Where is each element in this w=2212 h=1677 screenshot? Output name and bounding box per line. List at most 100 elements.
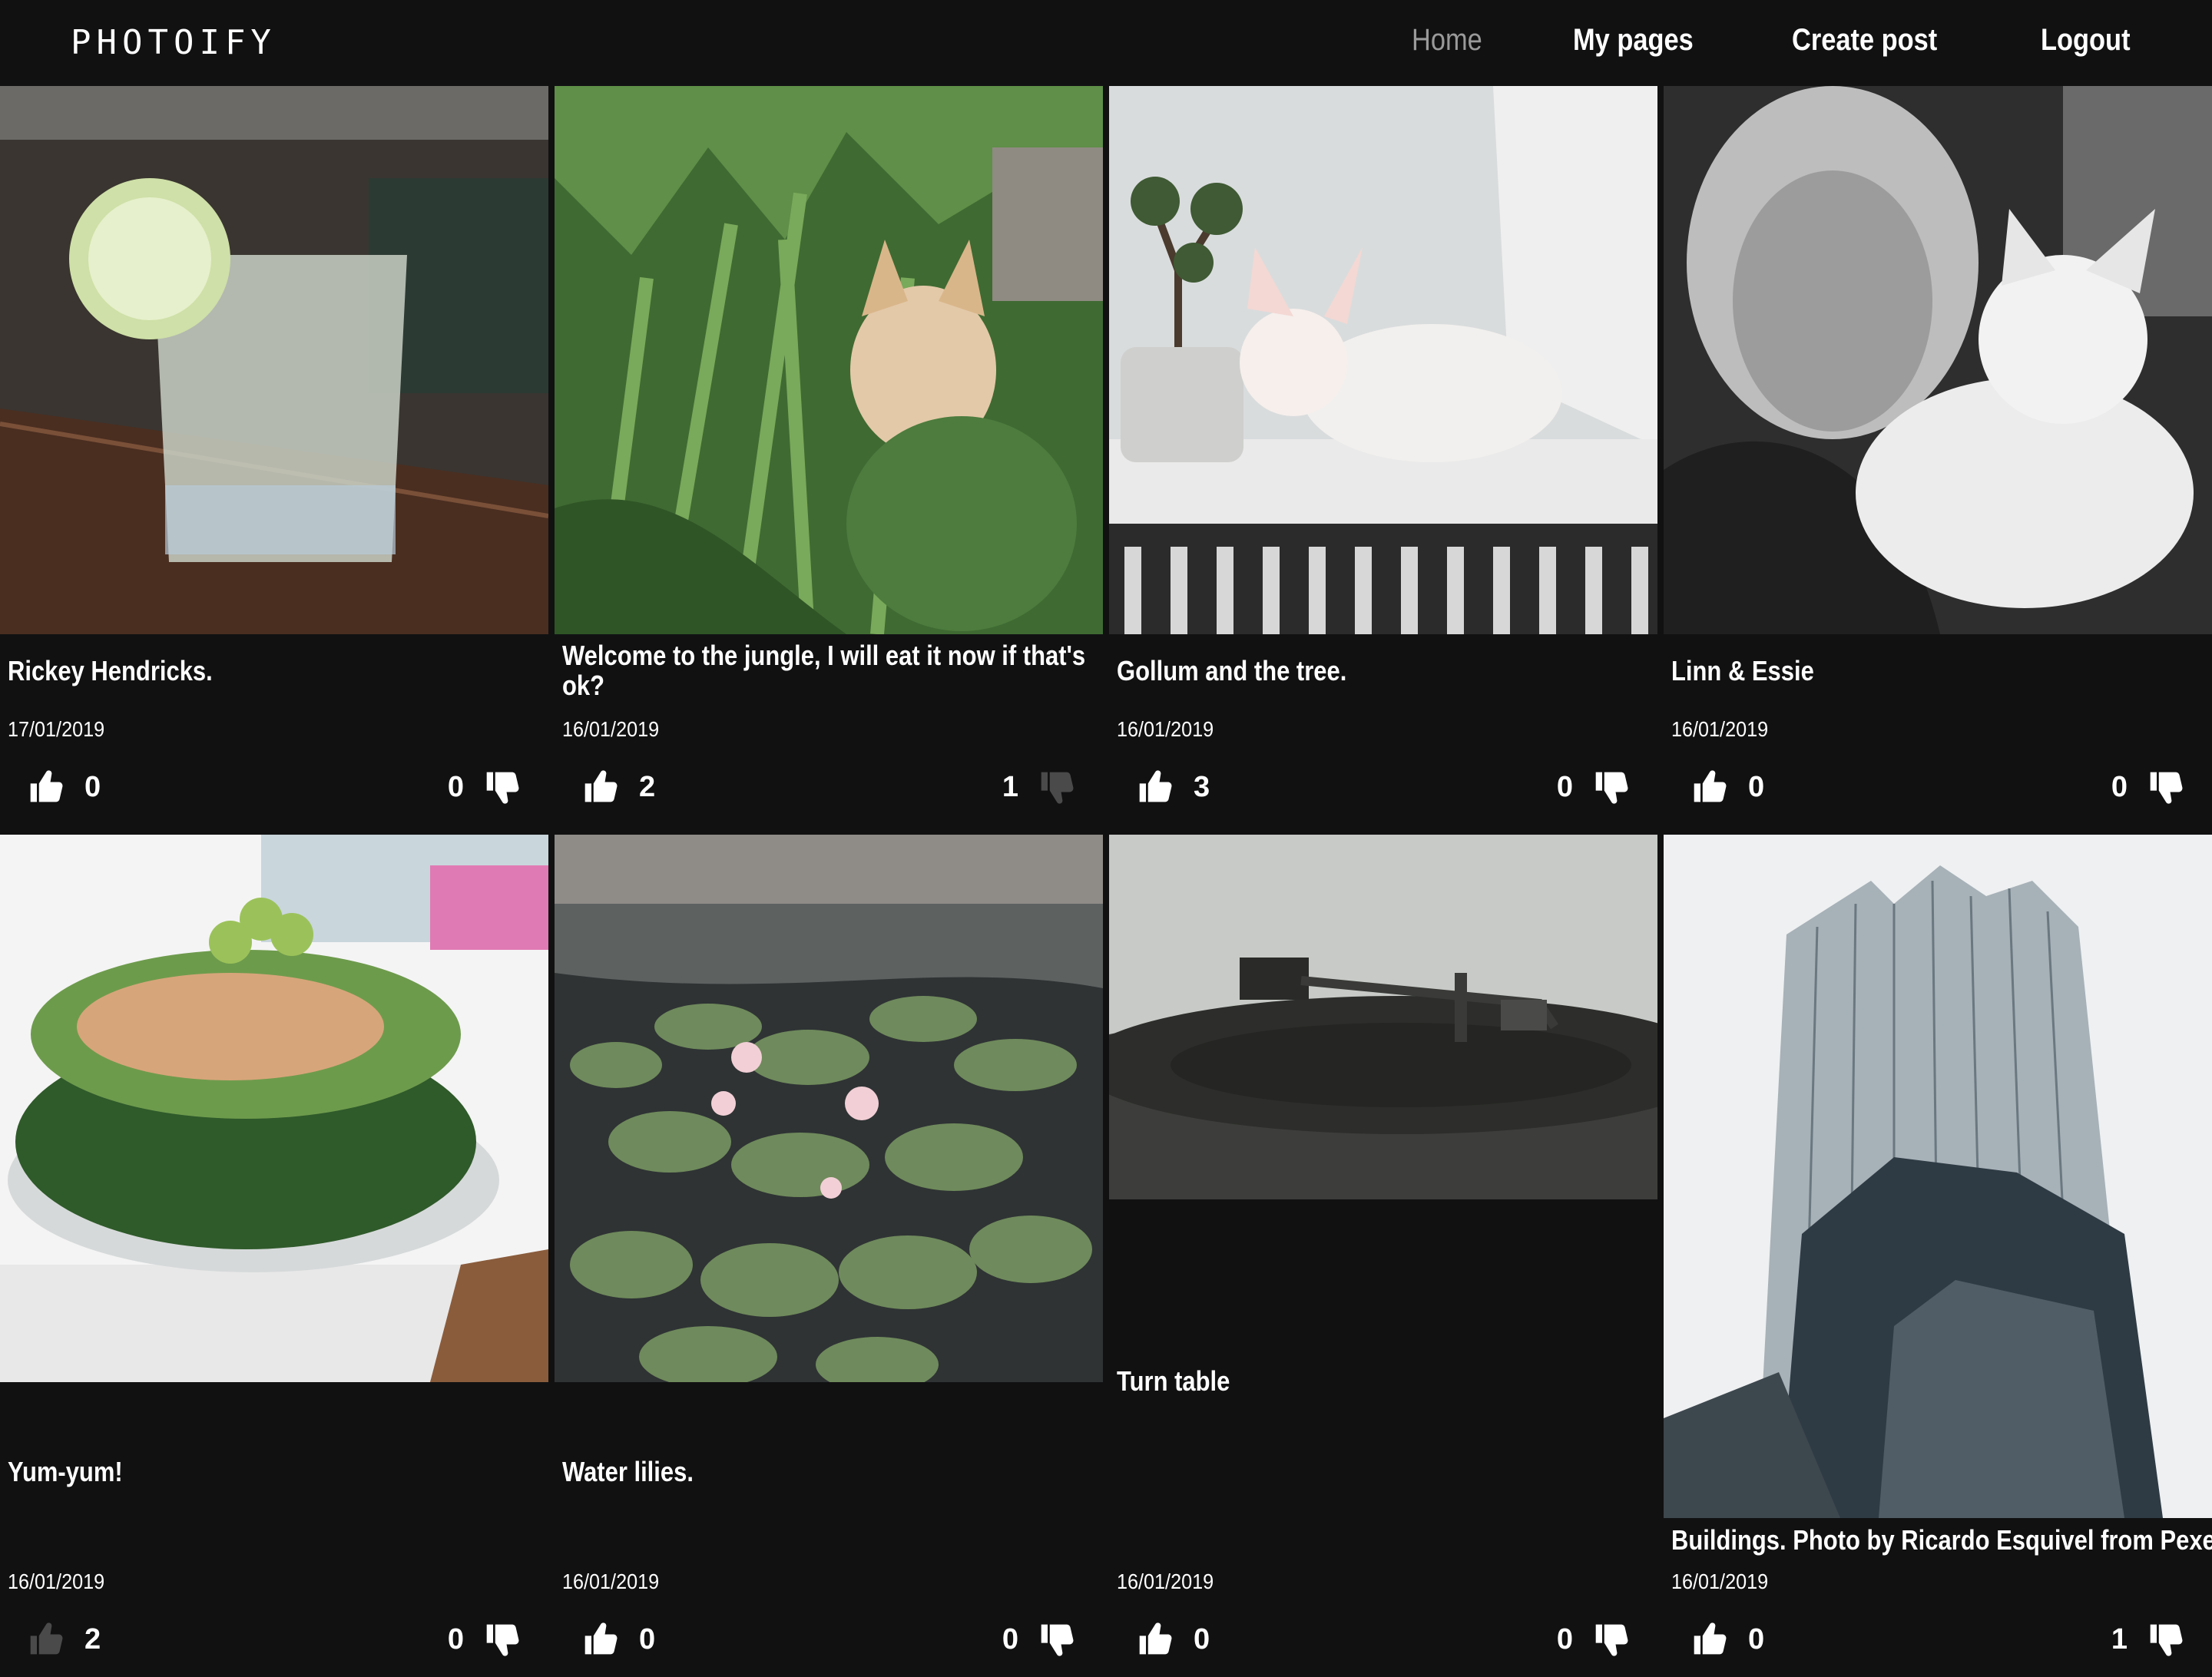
dislike-button[interactable]: 1 — [1002, 768, 1075, 806]
thumbs-up-icon — [1694, 770, 1727, 802]
post-card[interactable]: Welcome to the jungle, I will eat it now… — [555, 86, 1103, 842]
dislike-button[interactable]: 0 — [1557, 1620, 1630, 1659]
dislike-count: 0 — [1556, 770, 1573, 803]
post-date: 16/01/2019 — [1671, 1570, 1769, 1593]
vote-bar: 0 0 — [1137, 1620, 1630, 1666]
post-date: 16/01/2019 — [562, 717, 660, 741]
top-navigation-bar: PHOTOIFY Home My pages Create post Logou… — [0, 0, 2212, 86]
like-count: 3 — [1194, 770, 1210, 803]
post-date: 16/01/2019 — [8, 1570, 105, 1593]
dislike-button[interactable]: 1 — [2111, 1620, 2184, 1659]
thumbs-up-icon — [584, 770, 618, 802]
thumbs-down-icon — [1595, 1624, 1628, 1656]
post-photo[interactable] — [1664, 86, 2212, 634]
dislike-button[interactable]: 0 — [2111, 768, 2184, 806]
post-photo[interactable] — [0, 86, 548, 634]
thumbs-up-icon — [1139, 770, 1172, 802]
water-lilies-photo — [555, 835, 1103, 1382]
cat-bonsai-photo — [1109, 86, 1657, 634]
post-title: Gollum and the tree. — [1117, 655, 1347, 686]
thumbs-down-icon — [1041, 772, 1074, 804]
nav-logout-link[interactable]: Logout — [2041, 23, 2131, 58]
post-title: Rickey Hendricks. — [8, 655, 213, 686]
like-button[interactable]: 2 — [28, 1620, 101, 1659]
dislike-button[interactable]: 0 — [1557, 768, 1630, 806]
vote-bar: 0 0 — [582, 1620, 1075, 1666]
post-title: Buildings. Photo by Ricardo Esquivel fro… — [1671, 1524, 2212, 1556]
thumbs-down-icon — [2150, 772, 2183, 804]
nav-my-pages-link[interactable]: My pages — [1573, 23, 1694, 58]
vote-bar: 0 0 — [28, 768, 521, 814]
like-count: 0 — [1748, 1622, 1765, 1656]
post-date: 16/01/2019 — [562, 1570, 660, 1593]
post-date: 16/01/2019 — [1117, 1570, 1214, 1593]
like-count: 0 — [1748, 770, 1765, 803]
like-button[interactable]: 2 — [582, 768, 655, 806]
thumbs-up-icon — [1694, 1622, 1727, 1655]
like-button[interactable]: 3 — [1137, 768, 1210, 806]
post-card[interactable]: Rickey Hendricks. 17/01/2019 0 0 — [0, 86, 548, 842]
turntable-photo — [1109, 835, 1657, 1199]
post-title: Yum-yum! — [8, 1456, 123, 1487]
vote-bar: 2 1 — [582, 768, 1075, 814]
post-card[interactable]: Turn table 16/01/2019 0 0 — [1109, 835, 1657, 1677]
buildings-photo — [1664, 835, 2212, 1518]
thumbs-up-icon — [30, 1622, 63, 1655]
dislike-button[interactable]: 0 — [448, 1620, 521, 1659]
dislike-count: 1 — [2111, 1622, 2128, 1656]
post-card[interactable]: Linn & Essie 16/01/2019 0 0 — [1664, 86, 2212, 842]
thumbs-down-icon — [486, 1624, 519, 1656]
vote-bar: 2 0 — [28, 1620, 521, 1666]
thumbs-up-icon — [30, 770, 63, 802]
thumbs-down-icon — [1595, 772, 1628, 804]
dislike-count: 0 — [447, 770, 464, 803]
post-photo[interactable] — [555, 835, 1103, 1382]
post-title: Linn & Essie — [1671, 655, 1814, 686]
like-button[interactable]: 0 — [1691, 1620, 1764, 1659]
like-button[interactable]: 0 — [582, 1620, 655, 1659]
post-card[interactable]: Buildings. Photo by Ricardo Esquivel fro… — [1664, 835, 2212, 1677]
post-photo[interactable] — [1664, 835, 2212, 1518]
like-button[interactable]: 0 — [1691, 768, 1764, 806]
post-photo[interactable] — [555, 86, 1103, 634]
post-title: Turn table — [1117, 1365, 1230, 1397]
thumbs-down-icon — [2150, 1624, 2183, 1656]
vote-bar: 3 0 — [1137, 768, 1630, 814]
app-logo[interactable]: PHOTOIFY — [71, 23, 276, 62]
woman-cat-photo — [1664, 86, 2212, 634]
thumbs-down-icon — [486, 772, 519, 804]
dislike-count: 0 — [2111, 770, 2128, 803]
dislike-button[interactable]: 0 — [1002, 1620, 1075, 1659]
dislike-count: 0 — [1556, 1622, 1573, 1656]
thumbs-up-icon — [1139, 1622, 1172, 1655]
post-photo[interactable] — [1109, 835, 1657, 1199]
like-count: 0 — [84, 770, 101, 803]
drink-photo — [0, 86, 548, 634]
post-card[interactable]: Gollum and the tree. 16/01/2019 3 0 — [1109, 86, 1657, 842]
dislike-button[interactable]: 0 — [448, 768, 521, 806]
vote-bar: 0 0 — [1691, 768, 2184, 814]
post-card[interactable]: Yum-yum! 16/01/2019 2 0 — [0, 835, 548, 1677]
post-photo[interactable] — [0, 835, 548, 1382]
post-date: 16/01/2019 — [1117, 717, 1214, 741]
vote-bar: 0 1 — [1691, 1620, 2184, 1666]
nav-home-link[interactable]: Home — [1412, 23, 1482, 58]
cat-garden-photo — [555, 86, 1103, 634]
post-title: Water lilies. — [562, 1456, 694, 1487]
dislike-count: 0 — [1002, 1622, 1018, 1656]
like-count: 2 — [639, 770, 656, 803]
nav-create-post-link[interactable]: Create post — [1792, 23, 1937, 58]
thumbs-up-icon — [584, 1622, 618, 1655]
dislike-count: 0 — [447, 1622, 464, 1656]
post-card[interactable]: Water lilies. 16/01/2019 0 0 — [555, 835, 1103, 1677]
like-button[interactable]: 0 — [1137, 1620, 1210, 1659]
dislike-count: 1 — [1002, 770, 1018, 803]
like-button[interactable]: 0 — [28, 768, 101, 806]
post-date: 16/01/2019 — [1671, 717, 1769, 741]
like-count: 2 — [84, 1622, 101, 1656]
post-photo[interactable] — [1109, 86, 1657, 634]
sandwich-cake-photo — [0, 835, 548, 1382]
like-count: 0 — [1194, 1622, 1210, 1656]
post-date: 17/01/2019 — [8, 717, 105, 741]
post-title: Welcome to the jungle, I will eat it now… — [562, 640, 1086, 701]
